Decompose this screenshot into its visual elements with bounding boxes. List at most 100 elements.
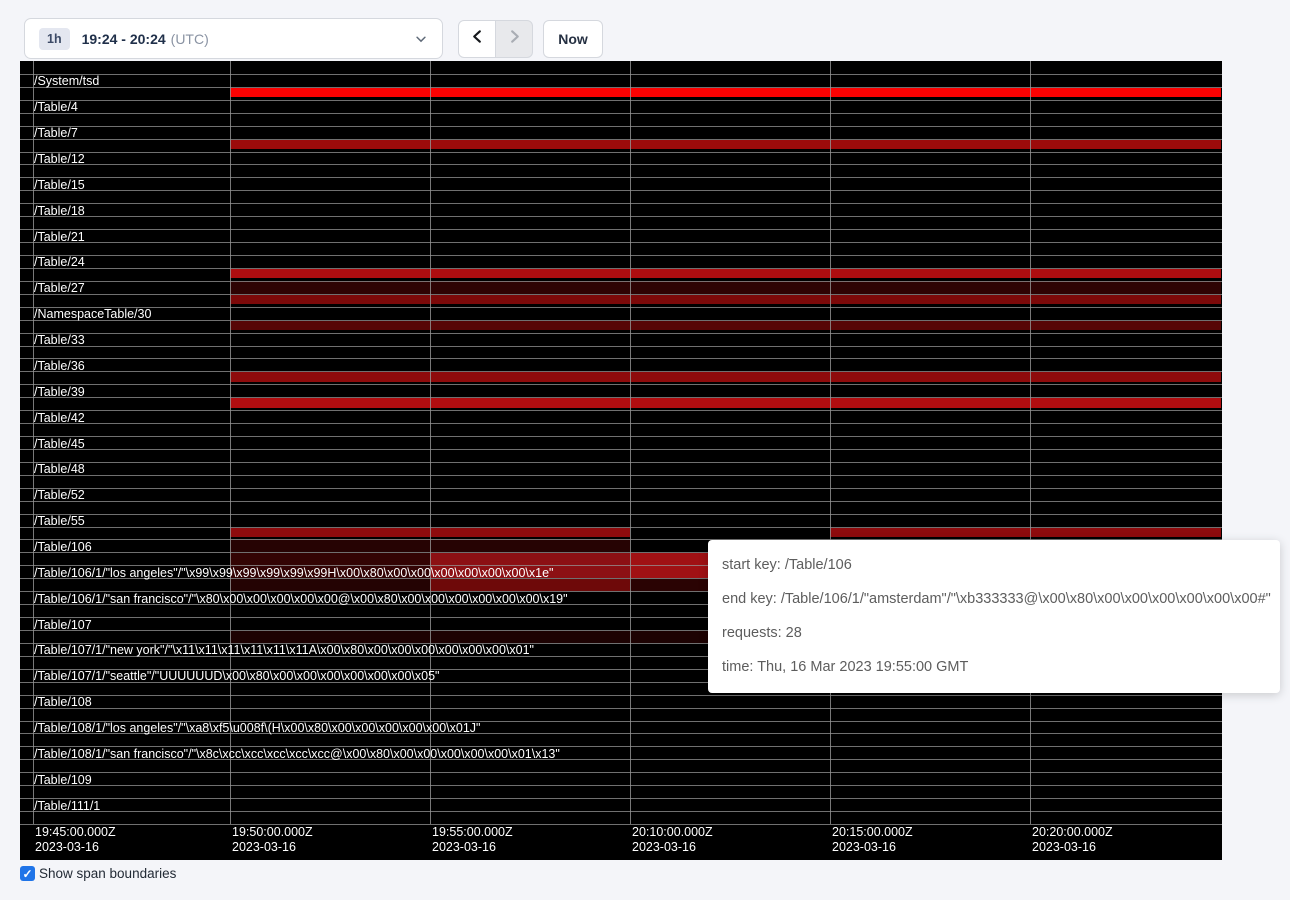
heatmap-cell[interactable] — [230, 88, 430, 98]
heatmap-cell[interactable] — [630, 88, 830, 98]
heatmap-cell[interactable] — [630, 295, 830, 305]
heatmap-row-label: /Table/33 — [34, 334, 85, 346]
heatmap-cell[interactable] — [230, 528, 430, 538]
heatmap-cell[interactable] — [830, 281, 1030, 294]
span-boundary-line — [20, 462, 1222, 463]
heatmap-cell[interactable] — [830, 398, 1030, 408]
heatmap-cell[interactable] — [430, 398, 630, 408]
heatmap-cell[interactable] — [830, 372, 1030, 382]
heatmap-cell[interactable] — [230, 269, 430, 279]
previous-time-button[interactable] — [458, 20, 496, 58]
heatmap-cell[interactable] — [630, 398, 830, 408]
heatmap-cell[interactable] — [430, 528, 630, 538]
show-span-boundaries-checkbox[interactable]: ✓ — [20, 866, 35, 881]
heatmap-row-label: /NamespaceTable/30 — [34, 308, 151, 320]
heatmap-cell[interactable] — [430, 372, 630, 382]
heatmap-cell[interactable] — [830, 528, 1030, 538]
heatmap-cell[interactable] — [1030, 269, 1221, 279]
heatmap-row-label: /Table/111/1 — [34, 800, 100, 812]
heatmap-cell[interactable] — [630, 281, 830, 294]
heatmap-cell[interactable] — [1030, 398, 1221, 408]
heatmap-row-label: /Table/106/1/"los angeles"/"\x99\x99\x99… — [34, 567, 553, 579]
heatmap-cell[interactable] — [230, 372, 430, 382]
key-visualizer-heatmap[interactable]: /System/tsd/Table/4/Table/7/Table/12/Tab… — [20, 61, 1222, 860]
span-boundary-line — [20, 74, 1222, 75]
heatmap-row-label: /Table/27 — [34, 282, 85, 294]
heatmap-cell[interactable] — [430, 321, 630, 331]
heatmap-cell[interactable] — [1030, 88, 1221, 98]
heatmap-cell[interactable] — [1030, 528, 1221, 538]
heatmap-cell[interactable] — [430, 295, 630, 305]
span-boundary-line — [20, 423, 1222, 424]
span-boundary-line — [20, 229, 1222, 230]
time-range-select[interactable]: 1h 19:24 - 20:24 (UTC) — [24, 18, 443, 59]
heatmap-cell[interactable] — [630, 269, 830, 279]
heatmap-cell[interactable] — [630, 140, 830, 150]
heatmap-row-label: /Table/45 — [34, 438, 85, 450]
heatmap-row-label: /Table/15 — [34, 179, 85, 191]
heatmap-cell[interactable] — [230, 539, 430, 552]
heatmap-cell[interactable] — [430, 281, 630, 294]
heatmap-cell[interactable] — [430, 553, 630, 565]
heatmap-cell[interactable] — [830, 88, 1030, 98]
footer-controls: ✓ Show span boundaries — [20, 866, 176, 881]
heatmap-cell[interactable] — [430, 140, 630, 150]
heatmap-cell[interactable] — [1030, 372, 1221, 382]
heatmap-row-label: /Table/39 — [34, 386, 85, 398]
heatmap-cell[interactable] — [1030, 321, 1221, 331]
heatmap-cell[interactable] — [430, 631, 630, 643]
span-boundary-line — [20, 320, 1222, 321]
heatmap-cell[interactable] — [430, 269, 630, 279]
span-boundary-line — [20, 695, 1222, 696]
heatmap-row-label: /Table/107/1/"new york"/"\x11\x11\x11\x1… — [34, 644, 534, 656]
heatmap-cell[interactable] — [230, 398, 430, 408]
span-boundary-line — [20, 798, 1222, 799]
span-boundary-line — [20, 488, 1222, 489]
heatmap-cell[interactable] — [230, 579, 430, 591]
chevron-right-icon — [507, 29, 522, 49]
heatmap-row-label: /Table/107/1/"seattle"/"UUUUUUD\x00\x80\… — [34, 670, 439, 682]
span-boundary-line — [20, 255, 1222, 256]
heatmap-cell[interactable] — [230, 295, 430, 305]
span-boundary-line — [20, 333, 1222, 334]
heatmap-cell[interactable] — [230, 553, 430, 565]
heatmap-cell[interactable] — [430, 88, 630, 98]
span-boundary-line — [20, 307, 1222, 308]
heatmap-cell[interactable] — [630, 321, 830, 331]
heatmap-cell[interactable] — [1030, 281, 1221, 294]
chevron-left-icon — [470, 29, 485, 49]
heatmap-cell[interactable] — [830, 269, 1030, 279]
time-nav-group — [458, 20, 533, 58]
next-time-button[interactable] — [495, 20, 533, 58]
heatmap-cell[interactable] — [1030, 140, 1221, 150]
heatmap-row-label: /System/tsd — [34, 75, 99, 87]
heatmap-cell[interactable] — [430, 539, 630, 552]
heatmap-row-label: /Table/108 — [34, 696, 92, 708]
heatmap-cell[interactable] — [830, 295, 1030, 305]
heatmap-cell[interactable] — [830, 321, 1030, 331]
span-boundary-line — [20, 203, 1222, 204]
span-boundary-line — [20, 449, 1222, 450]
time-range-duration-badge: 1h — [39, 28, 70, 50]
span-boundary-line — [20, 177, 1222, 178]
tooltip-time: time: Thu, 16 Mar 2023 19:55:00 GMT — [722, 650, 1266, 684]
heatmap-cell[interactable] — [1030, 295, 1221, 305]
heatmap-cell[interactable] — [230, 631, 430, 643]
heatmap-cell[interactable] — [430, 579, 630, 591]
span-boundary-line — [20, 281, 1222, 282]
heatmap-row-label: /Table/42 — [34, 412, 85, 424]
heatmap-row-label: /Table/106/1/"san francisco"/"\x80\x00\x… — [34, 593, 568, 605]
heatmap-cell[interactable] — [230, 140, 430, 150]
heatmap-cell[interactable] — [830, 140, 1030, 150]
axis-time-label: 20:20:00.000Z2023-03-16 — [1032, 825, 1113, 855]
heatmap-row-label: /Table/12 — [34, 153, 85, 165]
heatmap-cell[interactable] — [230, 321, 430, 331]
span-boundary-line — [20, 294, 1222, 295]
tooltip-end-key: end key: /Table/106/1/"amsterdam"/"\xb33… — [722, 582, 1266, 616]
span-boundary-line — [20, 164, 1222, 165]
axis-time-label: 19:50:00.000Z2023-03-16 — [232, 825, 313, 855]
show-span-boundaries-label: Show span boundaries — [39, 866, 176, 881]
heatmap-cell[interactable] — [630, 372, 830, 382]
now-button[interactable]: Now — [543, 20, 603, 58]
heatmap-cell[interactable] — [230, 281, 430, 294]
